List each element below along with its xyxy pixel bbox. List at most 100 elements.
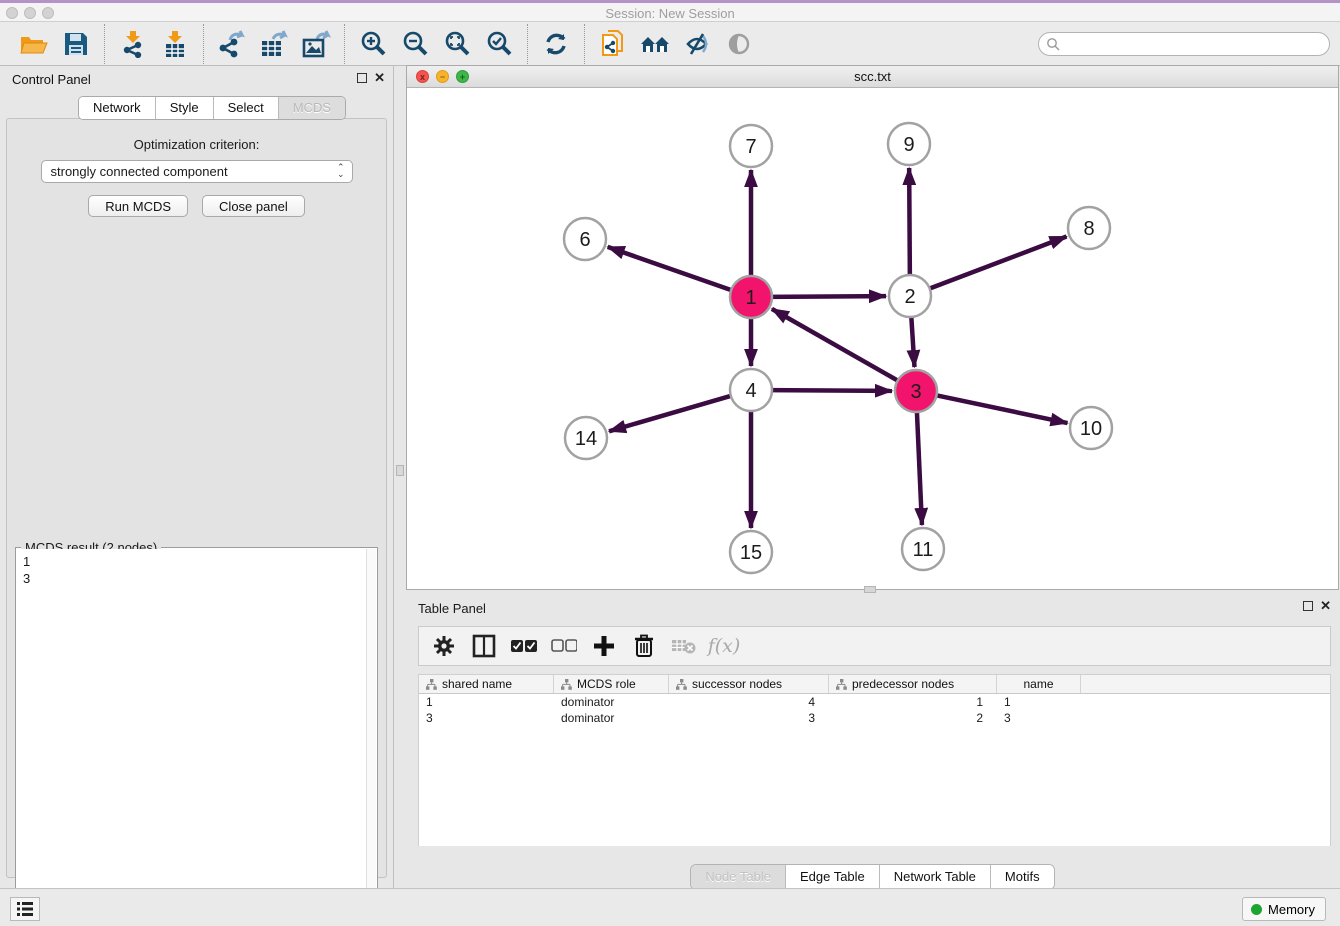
mcds-panel: Optimization criterion: strongly connect… [6,118,387,878]
table-cell-MCDS-role[interactable]: dominator [554,710,669,726]
control-panel-close-button[interactable]: ✕ [374,73,385,83]
edge-3-1[interactable] [772,309,900,382]
tab-motifs[interactable]: Motifs [991,865,1054,889]
edge-4-3[interactable] [770,390,892,391]
edge-3-11[interactable] [917,410,922,525]
node-4[interactable]: 4 [730,369,772,411]
clone-network-button[interactable] [592,26,634,62]
edge-2-8[interactable] [928,237,1067,290]
network-minimize-button[interactable]: − [436,70,449,83]
table-cell-shared-name[interactable]: 1 [419,694,554,710]
node-11[interactable]: 11 [902,528,944,570]
panel-splitter-grip[interactable] [396,465,404,476]
close-panel-button[interactable]: Close panel [202,195,305,217]
node-10[interactable]: 10 [1070,407,1112,449]
table-cell-name[interactable]: 3 [997,710,1081,726]
node-7[interactable]: 7 [730,125,772,167]
canvas-splitter-grip[interactable] [864,586,876,593]
table-body: 1dominator4113dominator323 [419,694,1330,726]
save-session-button[interactable] [55,26,97,62]
result-scrollbar[interactable] [366,549,376,920]
open-session-button[interactable] [13,26,55,62]
edge-2-9[interactable] [909,168,910,277]
tab-select[interactable]: Select [214,97,279,119]
zoom-selected-icon [485,30,513,58]
delete-table-button[interactable] [669,631,699,661]
refresh-button[interactable] [535,26,577,62]
homes-button[interactable] [634,26,676,62]
network-window-titlebar[interactable]: x − + scc.txt [407,66,1338,88]
edge-4-14[interactable] [609,395,733,431]
table-cell-successor-nodes[interactable]: 4 [669,694,829,710]
tab-network-table[interactable]: Network Table [880,865,991,889]
table-cell-successor-nodes[interactable]: 3 [669,710,829,726]
export-network-button[interactable] [211,26,253,62]
edge-1-2[interactable] [770,296,886,297]
table-settings-button[interactable] [429,631,459,661]
node-6[interactable]: 6 [564,218,606,260]
network-canvas[interactable]: 7 9 6 8 1 2 4 3 14 10 15 11 [407,88,1338,589]
table-cell-shared-name[interactable]: 3 [419,710,554,726]
zoom-fit-button[interactable] [436,26,478,62]
tab-network[interactable]: Network [79,97,156,119]
node-3[interactable]: 3 [895,370,937,412]
table-cell-predecessor-nodes[interactable]: 2 [829,710,997,726]
import-table-icon [162,30,188,58]
table-row[interactable]: 3dominator323 [419,710,1330,726]
function-builder-button[interactable]: f(x) [709,631,739,661]
node-15[interactable]: 15 [730,531,772,573]
table-panel-close-button[interactable]: ✕ [1320,601,1331,611]
zoom-out-button[interactable] [394,26,436,62]
column-header-predecessor-nodes[interactable]: predecessor nodes [829,675,997,693]
control-panel-float-button[interactable] [357,73,367,83]
memory-button[interactable]: Memory [1242,897,1326,921]
edge-1-6[interactable] [608,247,733,291]
column-header-successor-nodes[interactable]: successor nodes [669,675,829,693]
column-header-MCDS-role[interactable]: MCDS role [554,675,669,693]
network-close-button[interactable]: x [416,70,429,83]
table-cell-name[interactable]: 1 [997,694,1081,710]
import-table-button[interactable] [154,26,196,62]
node-9[interactable]: 9 [888,123,930,165]
hide-graphics-details-button[interactable] [676,26,718,62]
export-image-button[interactable] [295,26,337,62]
tab-style[interactable]: Style [156,97,214,119]
node-1[interactable]: 1 [730,276,772,318]
run-mcds-button[interactable]: Run MCDS [88,195,188,217]
column-header-name[interactable]: name [997,675,1081,693]
delete-column-button[interactable] [629,631,659,661]
column-header-label: name [1023,677,1053,691]
mcds-result-text[interactable]: 13 [17,549,366,920]
criterion-select[interactable]: strongly connected component ⌃⌄ [41,160,353,183]
eye-button[interactable] [718,26,760,62]
table-panel-float-button[interactable] [1303,601,1313,611]
edge-3-10[interactable] [935,395,1068,423]
network-zoom-button[interactable]: + [456,70,469,83]
create-column-button[interactable] [589,631,619,661]
network-graph[interactable]: 7 9 6 8 1 2 4 3 14 10 15 11 [407,88,1338,589]
main-toolbar [0,22,1340,66]
table-cell-MCDS-role[interactable]: dominator [554,694,669,710]
edge-2-3[interactable] [911,315,914,367]
column-header-shared-name[interactable]: shared name [419,675,554,693]
tab-edge-table[interactable]: Edge Table [786,865,880,889]
zoom-selected-button[interactable] [478,26,520,62]
table-cell-predecessor-nodes[interactable]: 1 [829,694,997,710]
node-label-4: 4 [745,380,756,402]
node-8[interactable]: 8 [1068,207,1110,249]
tab-mcds[interactable]: MCDS [279,97,345,119]
node-14[interactable]: 14 [565,417,607,459]
node-2[interactable]: 2 [889,275,931,317]
deselect-all-columns-button[interactable] [549,631,579,661]
network-window-title: scc.txt [407,66,1338,84]
search-input[interactable] [1038,32,1330,56]
zoom-in-button[interactable] [352,26,394,62]
import-network-button[interactable] [112,26,154,62]
export-table-button[interactable] [253,26,295,62]
tab-node-table[interactable]: Node Table [691,865,786,889]
table-panel: Table Panel ✕ [406,594,1339,888]
show-columns-button[interactable] [469,631,499,661]
table-row[interactable]: 1dominator411 [419,694,1330,710]
select-all-columns-button[interactable] [509,631,539,661]
cytopanel-selector-button[interactable] [10,897,40,921]
